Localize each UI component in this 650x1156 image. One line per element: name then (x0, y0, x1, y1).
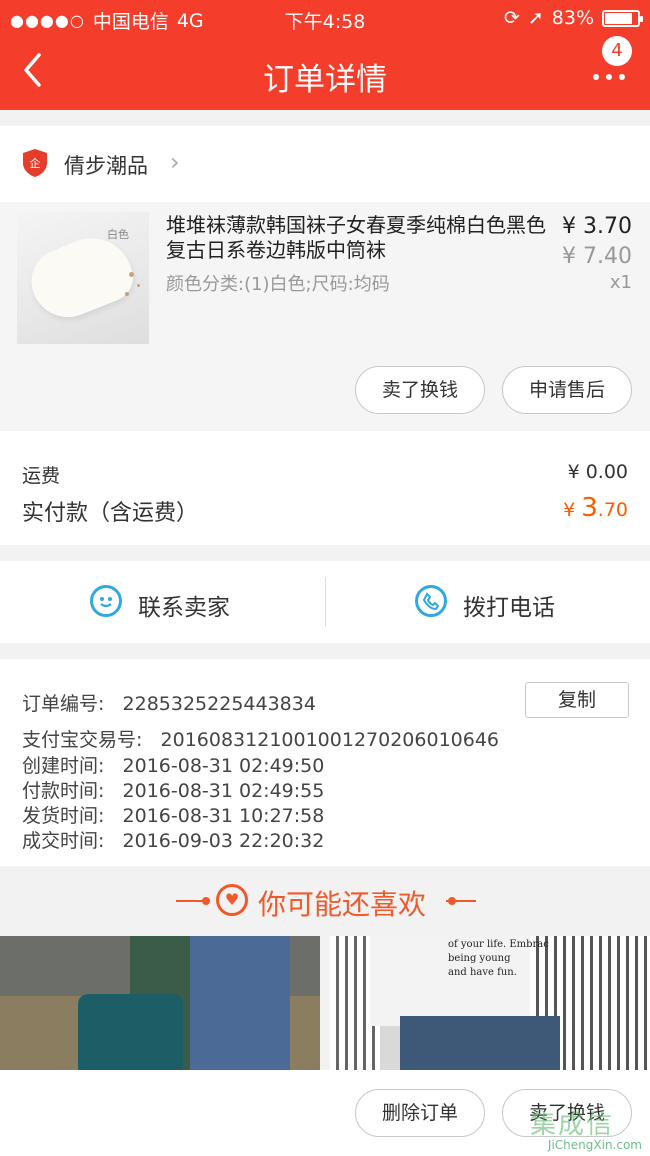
after-sale-button[interactable]: 申请售后 (502, 366, 632, 414)
battery-percent: 83% (551, 7, 594, 29)
item-title: 堆堆袜薄款韩国袜子女春夏季纯棉白色黑色复古日系卷边韩版中筒袜 (166, 213, 546, 262)
done-label: 成交时间: (22, 830, 105, 852)
decor-dot-left (202, 897, 210, 905)
shop-badge-icon: 企 (23, 149, 47, 177)
created-time: 2016-08-31 02:49:50 (122, 755, 325, 777)
paid-time: 2016-08-31 02:49:55 (122, 780, 325, 802)
location-arrow-icon: ➚ (527, 7, 544, 29)
paid-row: 付款时间: 2016-08-31 02:49:55 (22, 776, 324, 803)
shipped-time: 2016-08-31 10:27:58 (122, 805, 325, 827)
copy-button[interactable]: 复制 (525, 682, 629, 718)
created-label: 创建时间: (22, 755, 105, 777)
alipay-row: 支付宝交易号: 2016083121001001270206010646 (22, 725, 499, 752)
shop-header[interactable]: 企 倩步潮品 › (0, 126, 650, 202)
status-bar: ●●●●○ 中国电信 4G 下午4:58 ⟳ ➚ 83% (0, 0, 650, 36)
page-title: 订单详情 (263, 62, 387, 98)
total-value: ¥ 3.70 (563, 493, 628, 523)
delete-order-button[interactable]: 删除订单 (355, 1089, 485, 1137)
battery-icon (602, 9, 643, 27)
svg-text:企: 企 (30, 156, 41, 170)
order-number: 2285325225443834 (122, 693, 316, 715)
order-item[interactable]: 白色 堆堆袜薄款韩国袜子女春夏季纯棉白色黑色复古日系卷边韩版中筒袜 颜色分类:(… (0, 202, 650, 431)
heart-icon: ♥ (216, 884, 248, 916)
total-label: 实付款（含运费） (22, 501, 199, 526)
order-info: 订单编号: 2285325225443834 复制 支付宝交易号: 201608… (0, 659, 650, 866)
product-thumbnail: 白色 (17, 212, 149, 344)
shop-name: 倩步潮品 (64, 154, 148, 178)
suitcase-image (78, 994, 183, 1070)
call-phone-button[interactable]: 拨打电话 (325, 561, 650, 643)
shirt-print-text: of your life. Embrac being young and hav… (448, 939, 549, 978)
alipay-label: 支付宝交易号: (22, 729, 143, 751)
contact-seller-button[interactable]: 联系卖家 (0, 561, 325, 643)
contact-seller-label: 联系卖家 (138, 595, 230, 621)
contact-bar: 联系卖家 拨打电话 (0, 561, 650, 643)
created-row: 创建时间: 2016-08-31 02:49:50 (22, 751, 324, 778)
item-sku: 颜色分类:(1)白色;尺码:均码 (166, 274, 390, 295)
notification-badge: 4 (602, 36, 632, 66)
sell-for-cash-button[interactable]: 卖了换钱 (355, 366, 485, 414)
nav-bar: 订单详情 4 (0, 36, 650, 110)
fee-summary: 运费 ¥ 0.00 实付款（含运费） ¥ 3.70 (0, 431, 650, 545)
recommend-header: ♥ 你可能还喜欢 (0, 866, 650, 936)
bottom-action-bar: 删除订单 卖了换钱 集成信 JiChengXin.com (0, 1070, 650, 1156)
alipay-number: 2016083121001001270206010646 (160, 729, 500, 751)
chevron-right-icon: › (170, 148, 180, 176)
more-dots-icon (593, 74, 599, 80)
phone-icon (415, 585, 447, 617)
order-number-row: 订单编号: 2285325225443834 (22, 689, 316, 716)
watermark-logo: 集成信 (530, 1110, 615, 1140)
decor-line-right (446, 900, 476, 902)
done-row: 成交时间: 2016-09-03 22:20:32 (22, 826, 324, 853)
done-time: 2016-09-03 22:20:32 (122, 830, 325, 852)
shipped-label: 发货时间: (22, 805, 105, 827)
shipping-value: ¥ 0.00 (567, 461, 628, 483)
call-phone-label: 拨打电话 (463, 595, 555, 621)
thumb-label: 白色 (107, 228, 129, 241)
item-original-price: ¥ 7.40 (562, 244, 632, 269)
shipping-label: 运费 (22, 465, 61, 487)
order-shop-card: 企 倩步潮品 › 白色 堆堆袜薄款韩国袜子女春夏季纯棉白色黑色复古日系卷边韩版中… (0, 126, 650, 431)
recommend-title: 你可能还喜欢 (258, 888, 427, 921)
shipped-row: 发货时间: 2016-08-31 10:27:58 (22, 801, 324, 828)
recommend-product-1[interactable] (0, 936, 320, 1070)
header: ●●●●○ 中国电信 4G 下午4:58 ⟳ ➚ 83% 订单详情 4 (0, 0, 650, 110)
chat-smile-icon (90, 585, 122, 617)
paid-label: 付款时间: (22, 780, 105, 802)
order-number-label: 订单编号: (22, 693, 105, 715)
rotation-lock-icon: ⟳ (503, 7, 520, 29)
battery-fill (605, 12, 632, 24)
recommend-product-2[interactable]: of your life. Embrac being young and hav… (330, 936, 650, 1070)
watermark-site: JiChengXin.com (547, 1138, 642, 1152)
item-quantity: x1 (609, 272, 632, 293)
item-price: ¥ 3.70 (562, 214, 632, 239)
